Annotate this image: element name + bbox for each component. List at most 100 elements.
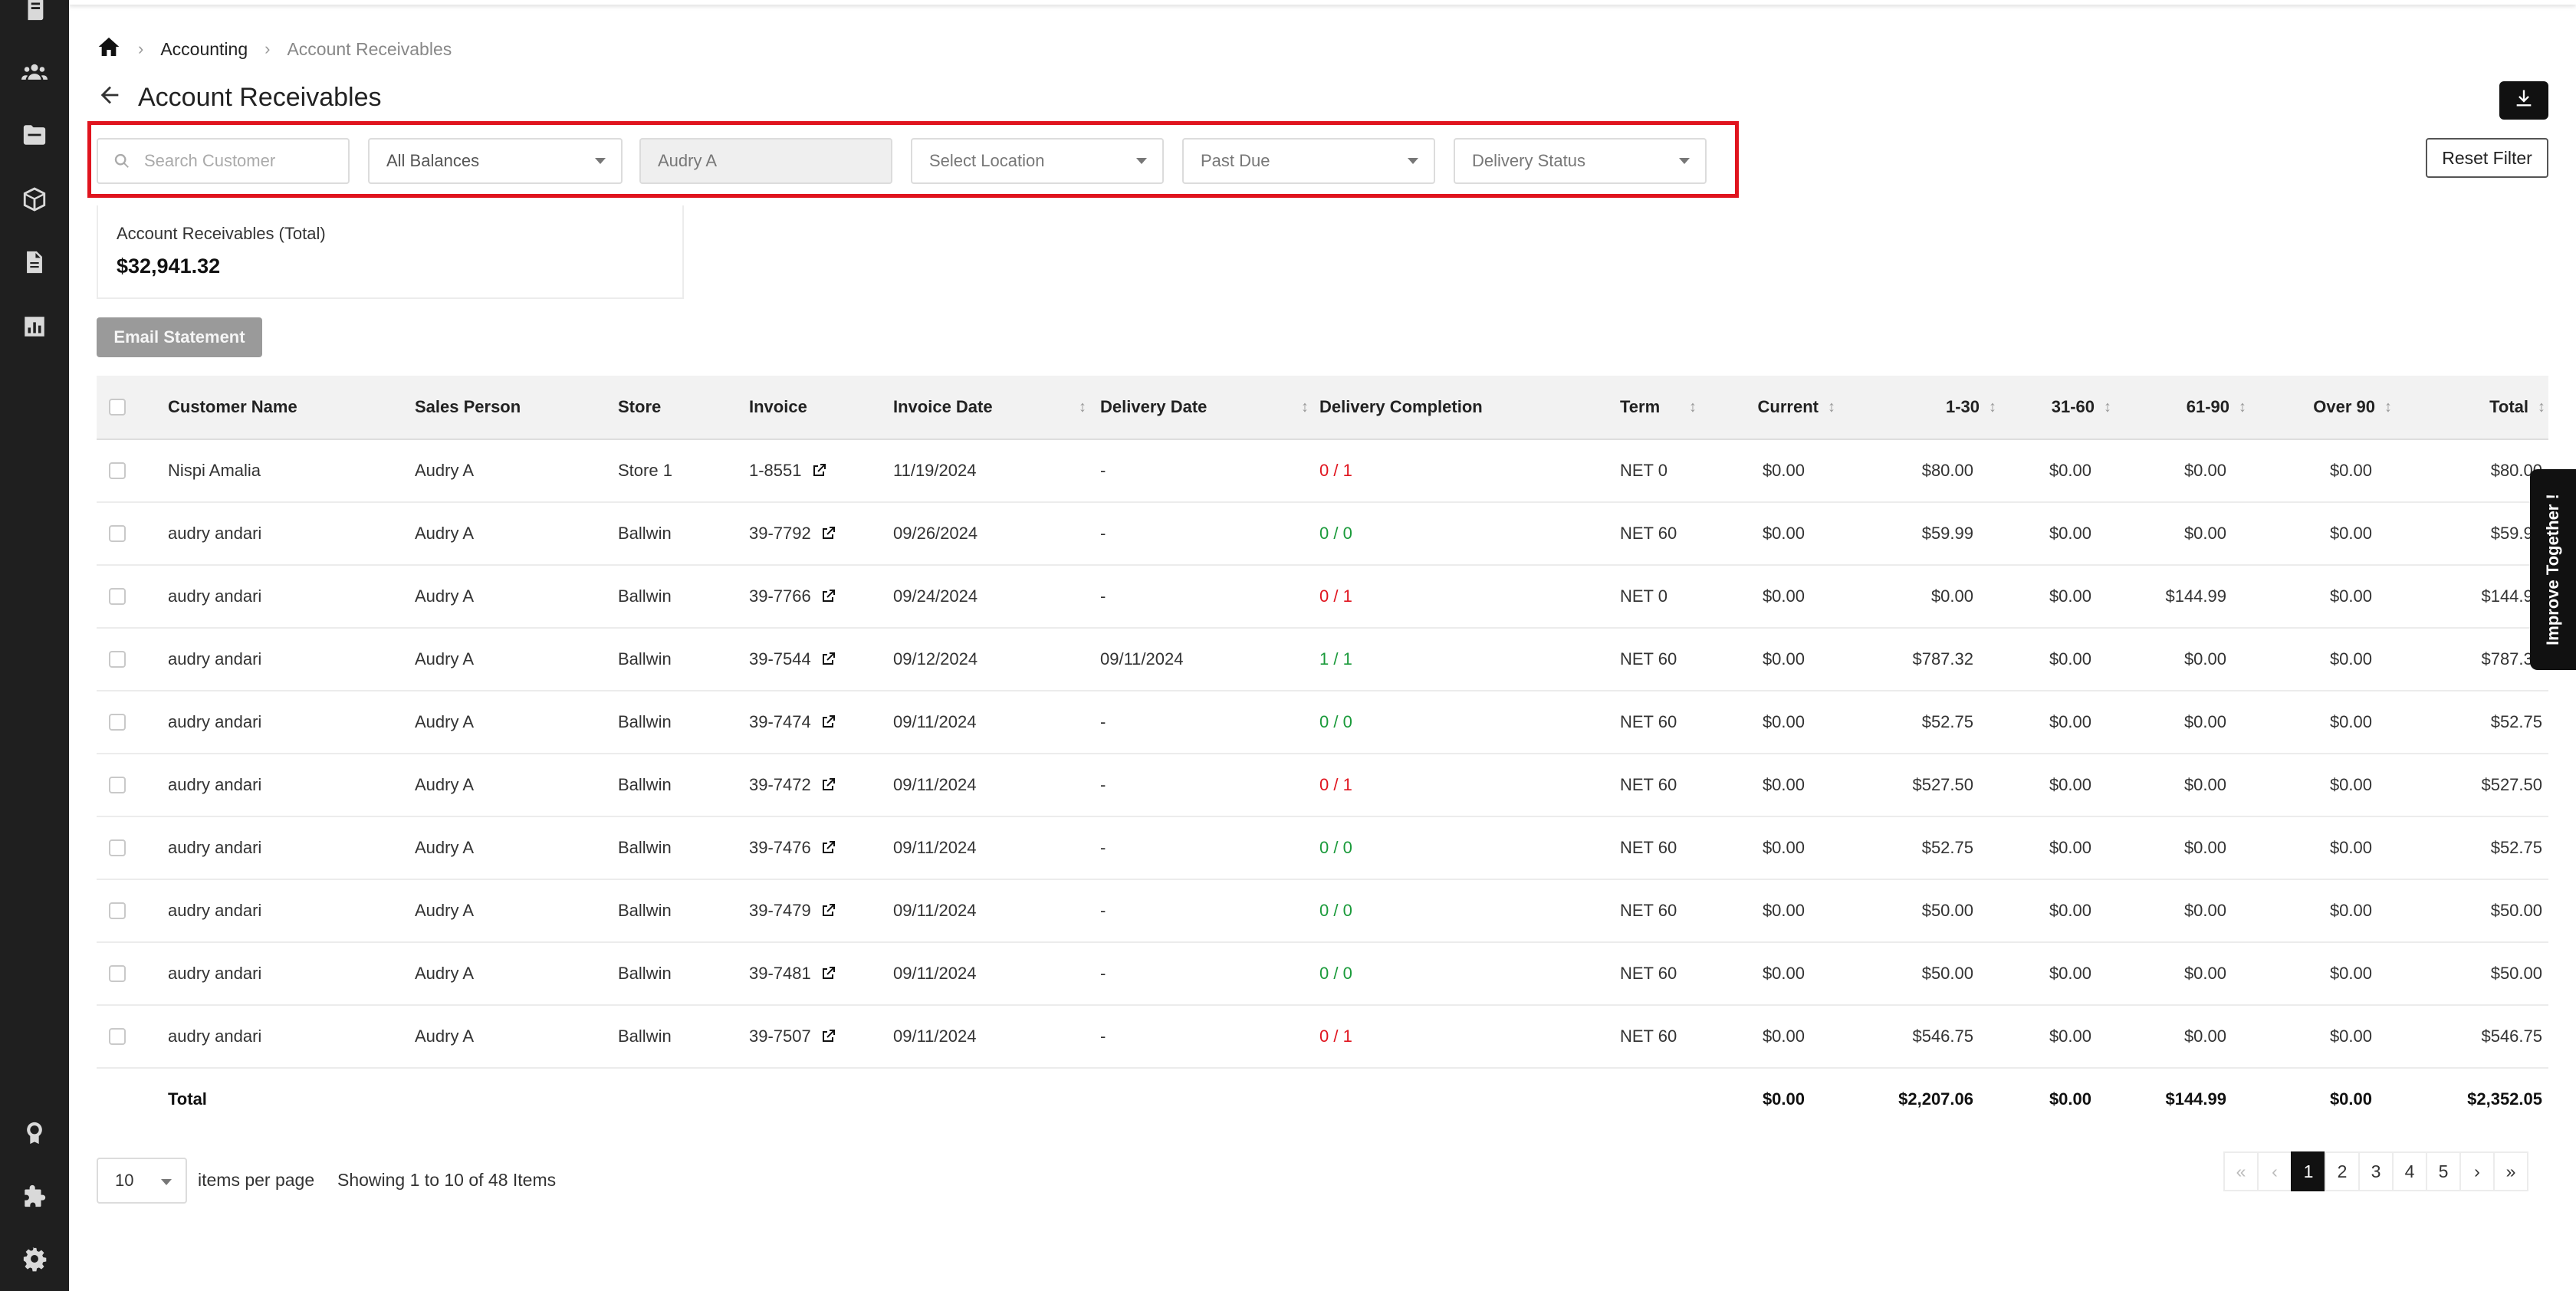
cell-invoice[interactable]: 39-7792 bbox=[749, 503, 837, 564]
cell-31-60-text: $0.00 bbox=[2049, 838, 2091, 857]
cell-invoice[interactable]: 39-7472 bbox=[749, 754, 837, 816]
row-checkbox[interactable] bbox=[109, 902, 126, 919]
external-link-icon[interactable] bbox=[819, 713, 837, 731]
cell-invoice-text[interactable]: 39-7792 bbox=[749, 524, 811, 544]
sort-icon[interactable]: ↕ bbox=[2384, 399, 2392, 416]
prev-page-button[interactable]: ‹ bbox=[2257, 1151, 2292, 1191]
improve-together-tab[interactable]: Improve Together ! bbox=[2530, 469, 2576, 670]
location-select[interactable]: Select Location bbox=[911, 138, 1164, 184]
row-checkbox[interactable] bbox=[109, 839, 126, 856]
external-link-icon[interactable] bbox=[819, 839, 837, 857]
cell-invoice-text[interactable]: 39-7474 bbox=[749, 712, 811, 732]
row-checkbox[interactable] bbox=[109, 462, 126, 479]
cell-invoice-text[interactable]: 39-7472 bbox=[749, 775, 811, 795]
puzzle-icon[interactable] bbox=[21, 1182, 48, 1210]
cell-invoice-text[interactable]: 39-7481 bbox=[749, 964, 811, 984]
cell-invoice-text[interactable]: 39-7766 bbox=[749, 586, 811, 606]
cell-invoice[interactable]: 39-7507 bbox=[749, 1006, 837, 1067]
cell-sales-person-text: Audry A bbox=[415, 586, 475, 606]
sales-person-field[interactable]: Audry A bbox=[639, 138, 892, 184]
users-icon[interactable] bbox=[21, 58, 48, 86]
cell-invoice[interactable]: 39-7479 bbox=[749, 880, 837, 941]
document-icon[interactable] bbox=[21, 248, 48, 276]
external-link-icon[interactable] bbox=[810, 462, 828, 480]
external-link-icon[interactable] bbox=[819, 587, 837, 606]
past-due-select[interactable]: Past Due bbox=[1182, 138, 1435, 184]
cell-invoice[interactable]: 39-7481 bbox=[749, 943, 837, 1004]
cell-invoice-text[interactable]: 39-7507 bbox=[749, 1027, 811, 1046]
row-checkbox[interactable] bbox=[109, 777, 126, 793]
chart-icon[interactable] bbox=[21, 313, 48, 340]
reset-filter-button[interactable]: Reset Filter bbox=[2426, 138, 2548, 178]
header-total[interactable]: Total ↕ bbox=[2466, 376, 2545, 439]
folder-icon[interactable] bbox=[21, 121, 48, 149]
cell-invoice[interactable]: 39-7474 bbox=[749, 691, 837, 753]
header-1-30[interactable]: 1-30 ↕ bbox=[1883, 376, 1996, 439]
page-button-5[interactable]: 5 bbox=[2426, 1151, 2461, 1191]
gear-icon[interactable] bbox=[21, 1245, 48, 1273]
header-61-90[interactable]: 61-90 ↕ bbox=[2148, 376, 2246, 439]
external-link-icon[interactable] bbox=[819, 650, 837, 668]
book-icon[interactable] bbox=[21, 0, 48, 23]
cell-over-90: $0.00 bbox=[2282, 1006, 2372, 1067]
row-checkbox[interactable] bbox=[109, 714, 126, 731]
external-link-icon[interactable] bbox=[819, 902, 837, 920]
row-checkbox[interactable] bbox=[109, 651, 126, 668]
page-button-2[interactable]: 2 bbox=[2325, 1151, 2360, 1191]
header-over-90[interactable]: Over 90 ↕ bbox=[2282, 376, 2392, 439]
external-link-icon[interactable] bbox=[819, 1027, 837, 1046]
breadcrumb-accounting[interactable]: Accounting bbox=[160, 39, 248, 60]
sort-icon[interactable]: ↕ bbox=[1301, 399, 1309, 416]
external-link-icon[interactable] bbox=[819, 964, 837, 983]
sort-icon[interactable]: ↕ bbox=[2239, 399, 2246, 416]
back-arrow-icon[interactable] bbox=[97, 82, 123, 113]
row-checkbox[interactable] bbox=[109, 525, 126, 542]
sort-icon[interactable]: ↕ bbox=[1079, 399, 1086, 416]
download-button[interactable] bbox=[2499, 81, 2548, 120]
header-invoice-date[interactable]: Invoice Date ↕ bbox=[893, 376, 1086, 439]
search-customer-input[interactable]: Search Customer bbox=[97, 138, 350, 184]
cell-invoice-text[interactable]: 1-8551 bbox=[749, 461, 802, 481]
header-term[interactable]: Term ↕ bbox=[1620, 376, 1697, 439]
sort-icon[interactable]: ↕ bbox=[2104, 399, 2111, 416]
delivery-status-select[interactable]: Delivery Status bbox=[1454, 138, 1707, 184]
sort-icon[interactable]: ↕ bbox=[1828, 399, 1835, 416]
external-link-icon[interactable] bbox=[819, 776, 837, 794]
last-page-button[interactable]: » bbox=[2493, 1151, 2528, 1191]
cell-delivery-completion-text: 0 / 0 bbox=[1319, 838, 1352, 857]
cell-invoice[interactable]: 39-7766 bbox=[749, 566, 837, 627]
sort-icon[interactable]: ↕ bbox=[1689, 399, 1697, 416]
cell-invoice-text[interactable]: 39-7544 bbox=[749, 649, 811, 669]
sort-icon[interactable]: ↕ bbox=[2538, 399, 2545, 416]
first-page-button[interactable]: « bbox=[2223, 1151, 2259, 1191]
cell-invoice[interactable]: 39-7544 bbox=[749, 629, 837, 690]
row-checkbox[interactable] bbox=[109, 1028, 126, 1045]
cell-delivery-completion: 0 / 0 bbox=[1319, 943, 1352, 1004]
row-checkbox[interactable] bbox=[109, 588, 126, 605]
cell-invoice[interactable]: 1-8551 bbox=[749, 440, 828, 501]
header-delivery-date[interactable]: Delivery Date ↕ bbox=[1100, 376, 1309, 439]
email-statement-button[interactable]: Email Statement bbox=[97, 317, 262, 357]
select-all-checkbox[interactable] bbox=[109, 399, 126, 416]
header-31-60[interactable]: 31-60 ↕ bbox=[2021, 376, 2111, 439]
row-checkbox[interactable] bbox=[109, 965, 126, 982]
cell-invoice[interactable]: 39-7476 bbox=[749, 817, 837, 879]
header-current[interactable]: Current ↕ bbox=[1714, 376, 1835, 439]
page-button-4[interactable]: 4 bbox=[2392, 1151, 2427, 1191]
box-icon[interactable] bbox=[21, 186, 48, 213]
sort-icon[interactable]: ↕ bbox=[1989, 399, 1996, 416]
table-header: Customer Name Sales Person Store Invoice… bbox=[97, 376, 2548, 440]
cell-invoice-text[interactable]: 39-7479 bbox=[749, 901, 811, 921]
balances-select[interactable]: All Balances bbox=[368, 138, 623, 184]
home-icon[interactable] bbox=[97, 34, 121, 64]
items-per-page-select[interactable]: 10 bbox=[97, 1158, 187, 1204]
cell-invoice-text[interactable]: 39-7476 bbox=[749, 838, 811, 858]
page-button-1[interactable]: 1 bbox=[2291, 1151, 2326, 1191]
external-link-icon[interactable] bbox=[819, 524, 837, 543]
cell-delivery-completion-text: 1 / 1 bbox=[1319, 649, 1352, 668]
cell-store: Ballwin bbox=[618, 817, 672, 879]
page-button-3[interactable]: 3 bbox=[2358, 1151, 2394, 1191]
cell-store: Ballwin bbox=[618, 880, 672, 941]
badge-icon[interactable] bbox=[21, 1119, 48, 1147]
next-page-button[interactable]: › bbox=[2459, 1151, 2495, 1191]
